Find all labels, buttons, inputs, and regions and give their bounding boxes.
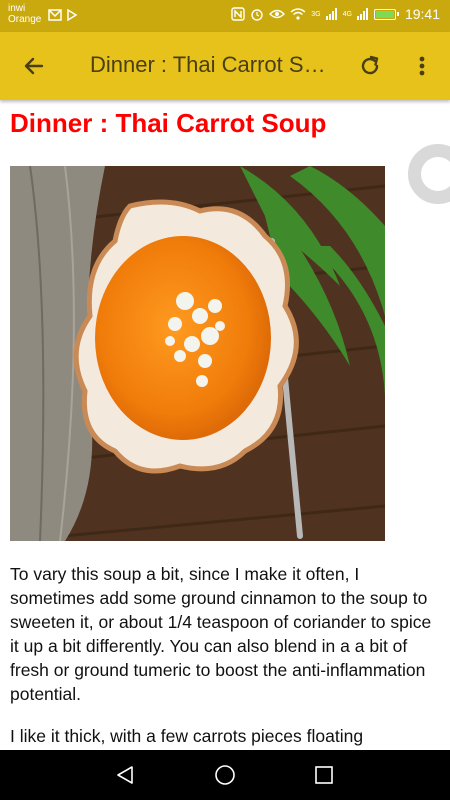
toolbar-title: Dinner : Thai Carrot Soup — [90, 52, 330, 77]
carrier-name-secondary: Orange — [8, 14, 42, 25]
triangle-back-icon — [117, 766, 133, 784]
notification-icons — [48, 9, 78, 21]
carrier-name-primary: inwi — [8, 3, 26, 14]
system-icons: 3G 4G 19:41 — [231, 6, 440, 22]
app-bar: Dinner : Thai Carrot Soup — [0, 32, 450, 100]
article-heading: Dinner : Thai Carrot Soup — [10, 108, 327, 138]
nfc-icon — [231, 7, 245, 21]
eye-comfort-icon — [269, 9, 286, 19]
wifi-icon — [290, 8, 306, 20]
refresh-button[interactable] — [354, 50, 386, 82]
signal-icon-1 — [325, 8, 337, 20]
square-recents-icon — [315, 766, 333, 784]
network-3g-label: 3G — [311, 10, 321, 18]
alarm-icon — [251, 9, 263, 21]
clock: 19:41 — [404, 6, 440, 22]
more-options-button[interactable] — [406, 50, 438, 82]
article-paragraph: To vary this soup a bit, since I make it… — [10, 564, 432, 704]
soup-photo — [10, 166, 385, 541]
refresh-icon — [361, 55, 379, 75]
play-store-icon — [67, 9, 78, 21]
status-bar: inwi Orange 3G 4G 19:41 — [0, 0, 450, 32]
navigation-bar — [0, 750, 450, 800]
signal-icon-2 — [356, 8, 368, 20]
battery-icon — [373, 8, 399, 20]
network-4g-label: 4G — [342, 10, 352, 18]
nav-back-button[interactable] — [112, 762, 138, 788]
back-button[interactable] — [18, 50, 50, 82]
scroll-indicator — [408, 144, 450, 204]
carrier-info: inwi Orange — [8, 3, 41, 25]
more-vert-icon — [419, 56, 425, 76]
article-content[interactable]: Dinner : Thai Carrot Soup To vary this s… — [0, 100, 450, 750]
circle-home-icon — [215, 765, 235, 785]
back-arrow-icon — [24, 57, 44, 75]
nav-home-button[interactable] — [212, 762, 238, 788]
article-paragraph: I like it thick, with a few carrots piec… — [10, 726, 364, 746]
mail-notification-icon — [48, 9, 62, 21]
nav-recents-button[interactable] — [311, 762, 337, 788]
